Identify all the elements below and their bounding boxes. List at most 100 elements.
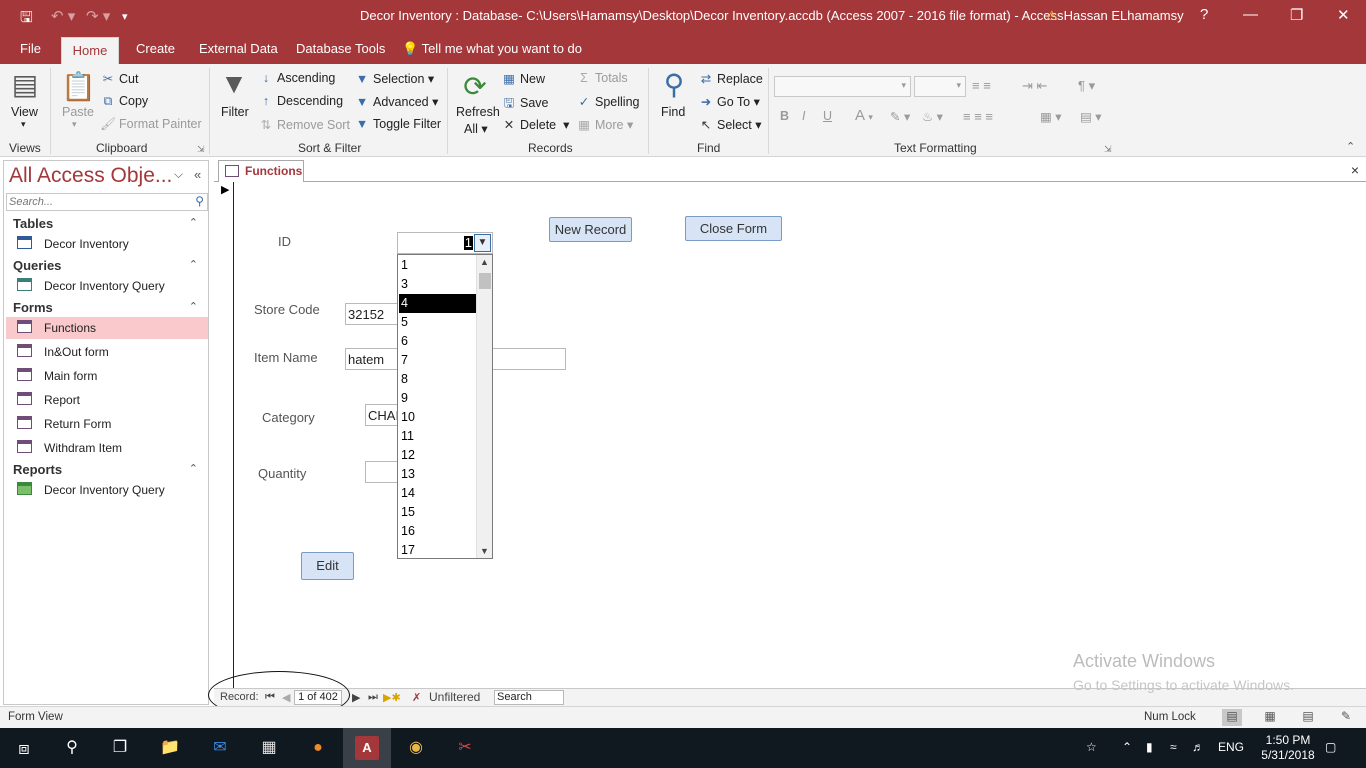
nav-item-decor-inventory-query[interactable]: Decor Inventory Query — [6, 275, 208, 297]
file-explorer-icon[interactable]: 📁 — [158, 736, 182, 760]
nav-item-in-out-form[interactable]: In&Out form — [6, 341, 208, 363]
nav-item-decor-inventory-table[interactable]: Decor Inventory — [6, 233, 208, 255]
id-dropdown-list[interactable]: 1 3 4 5 6 7 8 9 10 11 12 13 14 15 16 17 … — [397, 254, 493, 559]
datasheet-view-icon[interactable]: ▦ — [1260, 709, 1280, 726]
close-window-icon[interactable]: ✕ — [1337, 6, 1350, 24]
delete-button[interactable]: ✕ Delete ▾ — [501, 117, 570, 132]
customize-qat-icon[interactable]: ▾ — [122, 10, 128, 23]
show-hidden-icons-icon[interactable]: ⌃ — [1122, 740, 1132, 754]
restore-icon[interactable]: ❐ — [1290, 6, 1303, 24]
list-item[interactable]: 6 — [399, 332, 476, 351]
nav-item-report-form[interactable]: Report — [6, 389, 208, 411]
close-form-button[interactable]: Close Form — [685, 216, 782, 241]
font-size-combo[interactable]: ▾ — [914, 76, 966, 97]
tab-functions[interactable]: Functions — [218, 160, 304, 182]
new-record-ribbon-button[interactable]: ▦ New — [501, 71, 545, 86]
list-item[interactable]: 10 — [399, 408, 476, 427]
advanced-button[interactable]: ▼ Advanced ▾ — [354, 94, 439, 109]
nav-item-functions[interactable]: Functions — [6, 317, 208, 339]
list-item[interactable]: 14 — [399, 484, 476, 503]
filter-status-text[interactable]: Unfiltered — [429, 690, 480, 704]
list-item[interactable]: 16 — [399, 522, 476, 541]
selection-button[interactable]: ▼ Selection ▾ — [354, 71, 434, 86]
tab-create[interactable]: Create — [136, 41, 175, 56]
store-code-field[interactable]: 32152 — [345, 303, 405, 325]
close-document-icon[interactable]: × — [1351, 162, 1359, 178]
list-item[interactable]: 3 — [399, 275, 476, 294]
nav-item-main-form[interactable]: Main form — [6, 365, 208, 387]
chevron-up-icon[interactable]: ⌃ — [189, 462, 198, 475]
list-item[interactable]: 13 — [399, 465, 476, 484]
nav-item-decor-inventory-report[interactable]: Decor Inventory Query — [6, 479, 208, 501]
view-button[interactable]: View — [11, 105, 38, 119]
list-item[interactable]: 11 — [399, 427, 476, 446]
find-icon[interactable]: ⚲ — [659, 68, 689, 101]
layout-view-icon[interactable]: ▤ — [1298, 709, 1318, 726]
select-button[interactable]: ↖ Select ▾ — [698, 117, 762, 132]
underline-button[interactable]: U — [823, 109, 832, 123]
paste-icon[interactable]: 📋 — [61, 70, 96, 103]
filter-icon[interactable]: ▼ — [219, 68, 249, 100]
paste-button[interactable]: Paste — [62, 105, 94, 119]
tab-database-tools[interactable]: Database Tools — [296, 41, 385, 56]
design-view-icon[interactable]: ✎ — [1336, 709, 1356, 726]
snipping-tool-icon[interactable]: ✂ — [453, 736, 477, 760]
bold-button[interactable]: B — [780, 109, 789, 123]
format-painter-button[interactable]: 🖌 Format Painter — [100, 117, 202, 132]
edit-button[interactable]: Edit — [301, 552, 354, 580]
windows-start-icon[interactable]: ⧈ — [12, 736, 36, 760]
chevron-up-icon[interactable]: ⌃ — [189, 258, 198, 271]
align-icons[interactable]: ≡ ≡ ≡ — [963, 109, 993, 124]
list-item[interactable]: 1 — [399, 256, 476, 275]
task-view-icon[interactable]: ❐ — [108, 736, 132, 760]
list-item[interactable]: 7 — [399, 351, 476, 370]
volume-icon[interactable]: ♬ — [1192, 740, 1204, 754]
last-record-icon[interactable]: ⏭ — [368, 691, 378, 704]
nav-search-input[interactable] — [9, 195, 189, 209]
next-record-icon[interactable]: ▶ — [352, 691, 360, 704]
replace-button[interactable]: ⇄ Replace — [698, 71, 763, 86]
tell-me-box[interactable]: 💡 Tell me what you want to do — [402, 41, 582, 57]
user-account[interactable]: ⚠ Hassan ELhamamsy — [1046, 8, 1184, 24]
refresh-all-button[interactable]: Refresh — [456, 105, 500, 119]
goto-button[interactable]: ➜ Go To ▾ — [698, 94, 760, 109]
nav-group-queries[interactable]: Queries ⌃ — [4, 256, 208, 276]
scroll-down-icon[interactable]: ▼ — [480, 546, 489, 556]
chevron-up-icon[interactable]: ⌃ — [189, 300, 198, 313]
view-icon[interactable]: ▤ — [10, 68, 40, 101]
scroll-up-icon[interactable]: ▲ — [480, 257, 489, 267]
alternate-row-icon[interactable]: ▤ ▾ — [1080, 109, 1102, 124]
copy-button[interactable]: ⧉ Copy — [100, 94, 149, 109]
font-color-button[interactable]: A ▾ — [855, 107, 873, 124]
record-search-field[interactable]: Search — [494, 690, 564, 705]
refresh-all-label[interactable]: All ▾ — [464, 121, 488, 136]
wifi-icon[interactable]: ≈ — [1170, 740, 1177, 754]
list-item-highlighted[interactable]: 4 — [399, 294, 476, 313]
nav-group-reports[interactable]: Reports ⌃ — [4, 460, 208, 480]
highlight-icon[interactable]: ✎ ▾ — [890, 109, 910, 124]
access-taskbar-button[interactable]: A — [343, 728, 391, 768]
redo-icon[interactable]: ↷ ▾ — [86, 7, 110, 25]
taskbar-clock[interactable]: 1:50 PM 5/31/2018 — [1256, 733, 1320, 763]
id-combo-value[interactable]: 1 — [463, 236, 473, 250]
chevron-down-icon[interactable]: ▼ — [474, 234, 491, 252]
help-button[interactable]: ? — [1200, 6, 1208, 23]
chevron-up-icon[interactable]: ⌃ — [189, 216, 198, 229]
find-button[interactable]: Find — [661, 105, 685, 119]
font-name-combo[interactable]: ▾ — [774, 76, 911, 97]
nav-item-return-form[interactable]: Return Form — [6, 413, 208, 435]
chrome-icon[interactable]: ◉ — [404, 736, 428, 760]
nav-group-tables[interactable]: Tables ⌃ — [4, 214, 208, 234]
remove-sort-button[interactable]: ⇅ Remove Sort — [258, 117, 350, 132]
undo-icon[interactable]: ↶ ▾ — [51, 7, 75, 25]
gridlines-icon[interactable]: ▦ ▾ — [1040, 109, 1062, 124]
indent-icon[interactable]: ⇥ ⇤ — [1022, 78, 1047, 94]
toggle-filter-button[interactable]: ▼ Toggle Filter — [354, 117, 441, 131]
battery-icon[interactable]: ▮ — [1146, 740, 1153, 754]
bullets-icon[interactable]: ≡ ≡ — [972, 78, 991, 93]
tab-external-data[interactable]: External Data — [199, 41, 278, 56]
spelling-button[interactable]: ✓ Spelling — [576, 94, 640, 109]
view-dropdown-icon[interactable]: ▾ — [21, 119, 26, 130]
collapse-pane-icon[interactable]: « — [194, 167, 201, 182]
new-blank-record-icon[interactable]: ▶✱ — [383, 691, 401, 704]
